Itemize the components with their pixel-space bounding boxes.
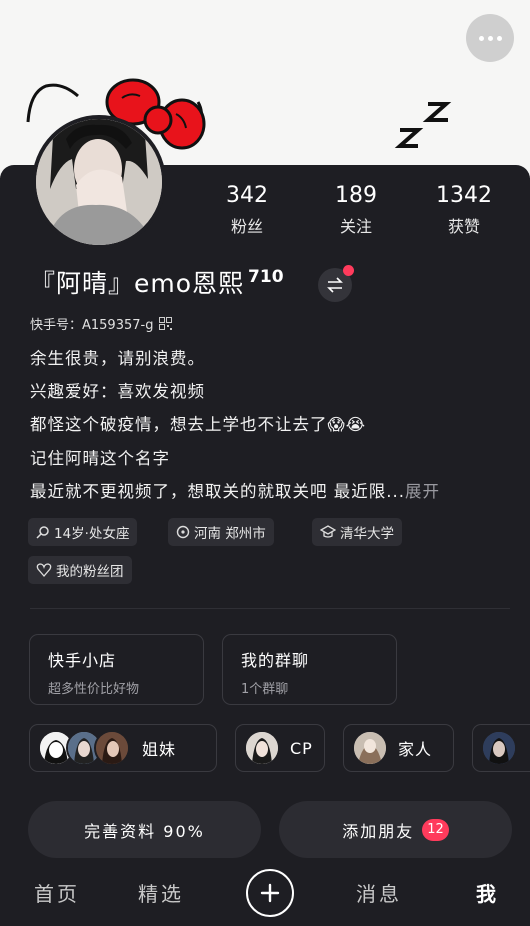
tab-home[interactable]: 首页 — [34, 878, 80, 907]
school-icon — [320, 525, 336, 538]
tab-me[interactable]: 我 — [476, 878, 499, 907]
group-family[interactable]: 家人 — [343, 724, 454, 772]
bio-line-5: 最近就不更视频了，想取关的就取关吧 最近限...展开 — [30, 478, 510, 502]
group-sisters[interactable]: 姐妹 — [29, 724, 217, 772]
search-icon — [36, 526, 49, 539]
tag-school-label: 清华大学 — [340, 526, 394, 542]
stat-likes[interactable]: 1342 获赞 — [419, 182, 509, 238]
group-family-label: 家人 — [398, 740, 433, 759]
nickname[interactable]: 『阿晴』emo恩熙 — [30, 264, 244, 300]
group-more[interactable] — [472, 724, 530, 772]
group-cp[interactable]: CP — [235, 724, 325, 772]
tag-age[interactable]: 14岁·处女座 — [28, 518, 138, 546]
create-button[interactable] — [246, 869, 294, 917]
divider — [30, 608, 510, 609]
more-icon — [478, 35, 484, 41]
friend-avatar — [94, 730, 130, 766]
group-cp-label: CP — [290, 738, 313, 758]
add-friends-label: 添加朋友 — [342, 821, 415, 841]
tag-school[interactable]: 清华大学 — [312, 518, 402, 546]
switch-account-icon — [327, 277, 343, 293]
kuaishou-id-row[interactable]: 快手号：A159357-g — [30, 314, 173, 333]
bio-line-1: 余生很贵，请别浪费。 — [30, 349, 205, 368]
add-friends-button[interactable]: 添加朋友 12 — [279, 801, 512, 858]
stat-following-label: 关注 — [339, 217, 372, 236]
complete-profile-label: 完善资料 90% — [84, 821, 205, 841]
heart-icon — [36, 563, 52, 577]
group-chat-card[interactable]: 我的群聊 1个群聊 — [222, 634, 397, 705]
location-icon — [176, 525, 190, 539]
avatar-photo — [36, 119, 162, 245]
name-row: 『阿晴』emo恩熙 710 — [30, 264, 284, 300]
stat-following[interactable]: 189 关注 — [311, 182, 401, 238]
expand-bio-link[interactable]: 展开 — [405, 482, 440, 501]
stat-likes-label: 获赞 — [447, 217, 480, 236]
bottom-tab-bar: 首页 精选 消息 我 — [0, 858, 530, 926]
tag-fan-group-label: 我的粉丝团 — [56, 564, 124, 580]
stat-following-value: 189 — [335, 183, 377, 208]
group-chat-card-subtitle: 1个群聊 — [241, 682, 289, 697]
bio-line-2: 兴趣爱好：喜欢发视频 — [30, 382, 205, 401]
friend-avatar — [352, 730, 388, 766]
avatar[interactable] — [32, 115, 166, 249]
group-chat-card-title: 我的群聊 — [241, 651, 310, 670]
plus-icon — [260, 883, 280, 903]
shop-card-title: 快手小店 — [48, 651, 117, 670]
tag-fan-group[interactable]: 我的粉丝团 — [28, 556, 132, 584]
notification-dot — [343, 265, 354, 276]
more-button[interactable] — [466, 14, 514, 62]
stat-likes-value: 1342 — [436, 183, 492, 208]
tab-featured[interactable]: 精选 — [138, 878, 184, 907]
tab-messages[interactable]: 消息 — [356, 878, 402, 907]
add-friends-badge: 12 — [422, 818, 449, 841]
bio-line-3: 都怪这个破疫情，想去上学也不让去了😱😭 — [30, 415, 366, 434]
friend-avatar — [481, 730, 517, 766]
bio-line-5-text: 最近就不更视频了，想取关的就取关吧 最近限... — [30, 482, 405, 501]
tag-location[interactable]: 河南 郑州市 — [168, 518, 274, 546]
tag-age-label: 14岁·处女座 — [54, 526, 130, 542]
stat-fans-label: 粉丝 — [230, 217, 263, 236]
complete-profile-button[interactable]: 完善资料 90% — [28, 801, 261, 858]
stat-fans-value: 342 — [226, 183, 268, 208]
shop-card-subtitle: 超多性价比好物 — [48, 682, 140, 697]
friend-avatar — [244, 730, 280, 766]
group-sisters-label: 姐妹 — [142, 740, 177, 759]
bio-line-4: 记住阿晴这个名字 — [30, 449, 170, 468]
qr-code-icon[interactable] — [159, 317, 173, 330]
tag-location-label: 河南 郑州市 — [194, 526, 266, 542]
kuaishou-id: 快手号：A159357-g — [30, 318, 154, 333]
level-badge: 710 — [248, 267, 284, 287]
shop-card[interactable]: 快手小店 超多性价比好物 — [29, 634, 204, 705]
stat-fans[interactable]: 342 粉丝 — [202, 182, 292, 238]
